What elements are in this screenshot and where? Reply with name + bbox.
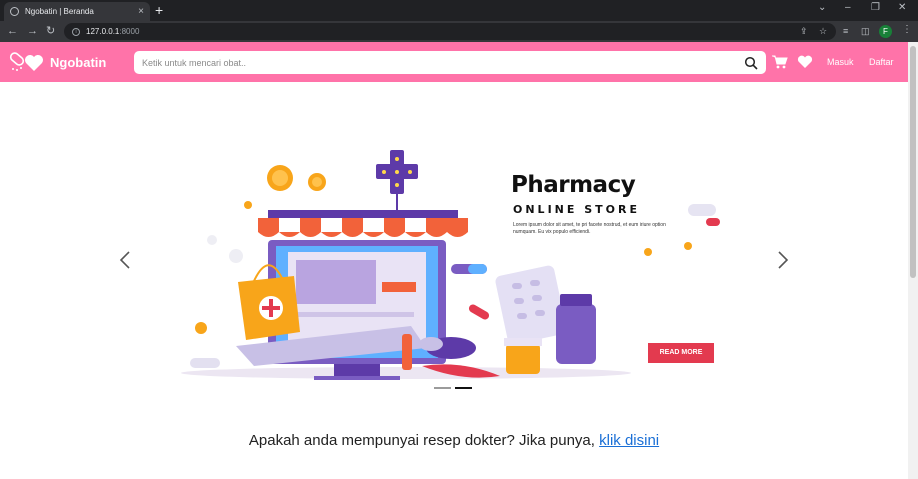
banner-carousel: Pharmacy ONLINE STORE Lorem ipsum dolor …	[0, 82, 908, 402]
url-port: :8000	[119, 27, 140, 36]
minimize-icon[interactable]: –	[845, 2, 851, 13]
forward-icon[interactable]: →	[27, 24, 38, 38]
carousel-slide[interactable]: Pharmacy ONLINE STORE Lorem ipsum dolor …	[176, 148, 726, 380]
globe-icon	[10, 7, 19, 16]
carousel-indicator-1[interactable]	[434, 387, 451, 389]
share-icon[interactable]: ⇪	[800, 26, 808, 37]
login-link[interactable]: Masuk	[827, 57, 854, 67]
side-panel-icon[interactable]: ◫	[861, 26, 870, 37]
register-link[interactable]: Daftar	[869, 57, 894, 67]
brand-name: Ngobatin	[50, 54, 107, 70]
prescription-link[interactable]: klik disini	[599, 432, 659, 449]
tab-title: Ngobatin | Beranda	[25, 7, 94, 16]
back-icon[interactable]: ←	[7, 24, 18, 38]
search-bar	[134, 51, 766, 74]
browser-toolbar: ← → ↻ i 127.0.0.1:8000 ⇪ ☆ ≡ ◫ F ⋮	[0, 21, 918, 42]
banner-title: Pharmacy	[511, 172, 636, 198]
search-input[interactable]	[142, 57, 744, 68]
carousel-next-icon[interactable]	[776, 250, 790, 270]
cart-icon[interactable]	[772, 55, 788, 69]
pharmacy-cross-sign	[376, 150, 418, 210]
tab-search-icon[interactable]: ⌄	[818, 2, 826, 13]
close-window-icon[interactable]: ✕	[898, 2, 906, 13]
pharmacy-illustration	[181, 150, 720, 380]
reload-icon[interactable]: ↻	[46, 24, 55, 38]
read-more-button[interactable]: READ MORE	[648, 343, 714, 363]
carousel-prev-icon[interactable]	[118, 250, 132, 270]
tab-close-icon[interactable]: ×	[138, 6, 144, 17]
carousel-indicators	[434, 387, 472, 389]
wishlist-heart-icon[interactable]	[797, 55, 813, 69]
prescription-prompt: Apakah anda mempunyai resep dokter? Jika…	[0, 432, 908, 449]
pill-heart-icon	[9, 52, 43, 71]
site-header: Ngobatin Masuk Daftar	[0, 42, 908, 82]
browser-tab-strip: Ngobatin | Beranda × + ⌄ – ❐ ✕	[0, 0, 918, 21]
banner-subtitle: ONLINE STORE	[513, 203, 640, 216]
page-scrollbar-thumb[interactable]	[910, 46, 916, 278]
brand-logo[interactable]: Ngobatin	[8, 51, 106, 73]
url-host: 127.0.0.1	[86, 27, 120, 36]
carousel-indicator-2[interactable]	[455, 387, 472, 389]
bookmark-star-icon[interactable]: ☆	[819, 26, 827, 37]
restore-icon[interactable]: ❐	[871, 2, 880, 13]
profile-avatar[interactable]: F	[879, 25, 892, 38]
search-icon[interactable]	[744, 56, 758, 70]
prescription-text: Apakah anda mempunyai resep dokter? Jika…	[248, 432, 595, 449]
browser-menu-icon[interactable]: ⋮	[902, 24, 912, 35]
browser-tab[interactable]: Ngobatin | Beranda ×	[4, 2, 150, 21]
reading-list-icon[interactable]: ≡	[843, 26, 848, 36]
new-tab-button[interactable]: +	[155, 2, 163, 18]
banner-description: Lorem ipsum dolor sit amet, te pri facet…	[513, 222, 666, 235]
address-bar[interactable]: i 127.0.0.1:8000	[64, 23, 836, 40]
site-info-icon[interactable]: i	[72, 27, 80, 36]
